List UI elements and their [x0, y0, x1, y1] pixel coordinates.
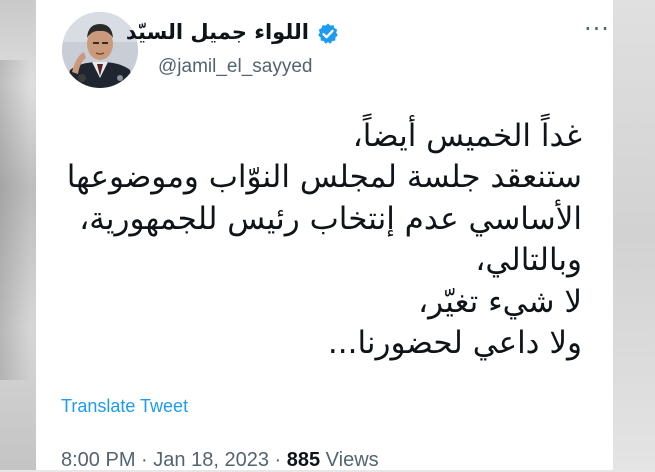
- display-name[interactable]: اللواء جميل السيّد: [126, 20, 309, 44]
- tweet-line: وبالتالي،: [475, 242, 582, 279]
- meta-separator: ·: [141, 449, 148, 471]
- views-label: Views: [325, 449, 379, 471]
- translate-tweet-link[interactable]: Translate Tweet: [61, 396, 188, 417]
- author-handle[interactable]: @jamil_el_sayyed: [158, 56, 312, 78]
- tweet-meta: 8:00 PM · Jan 18, 2023 · 885 Views: [61, 449, 379, 472]
- tweet-time[interactable]: 8:00 PM: [61, 449, 135, 471]
- background-right-edge: [613, 0, 655, 470]
- tweet-line: لا شيء تغيّر،: [418, 283, 582, 320]
- tweet-date[interactable]: Jan 18, 2023: [153, 449, 269, 471]
- background-left-shade: [0, 60, 30, 380]
- tweet-text: غداً الخميس أيضاً، ستنعقد جلسة لمجلس الن…: [52, 116, 582, 364]
- tweet-line: الأساسي عدم إنتخاب رئيس للجمهورية،: [79, 200, 582, 237]
- tweet-line: ولا داعي لحضورنا...: [327, 325, 582, 362]
- tweet-line: غداً الخميس أيضاً،: [352, 118, 582, 154]
- more-icon[interactable]: ···: [584, 17, 610, 41]
- tweet-line: ستنعقد جلسة لمجلس النوّاب وموضوعها: [66, 159, 582, 196]
- tweet-card: اللواء جميل السيّد @jamil_el_sayyed ··· …: [36, 0, 613, 472]
- views-count: 885: [286, 449, 321, 471]
- meta-separator: ·: [274, 449, 282, 471]
- verified-badge-icon: [318, 23, 338, 44]
